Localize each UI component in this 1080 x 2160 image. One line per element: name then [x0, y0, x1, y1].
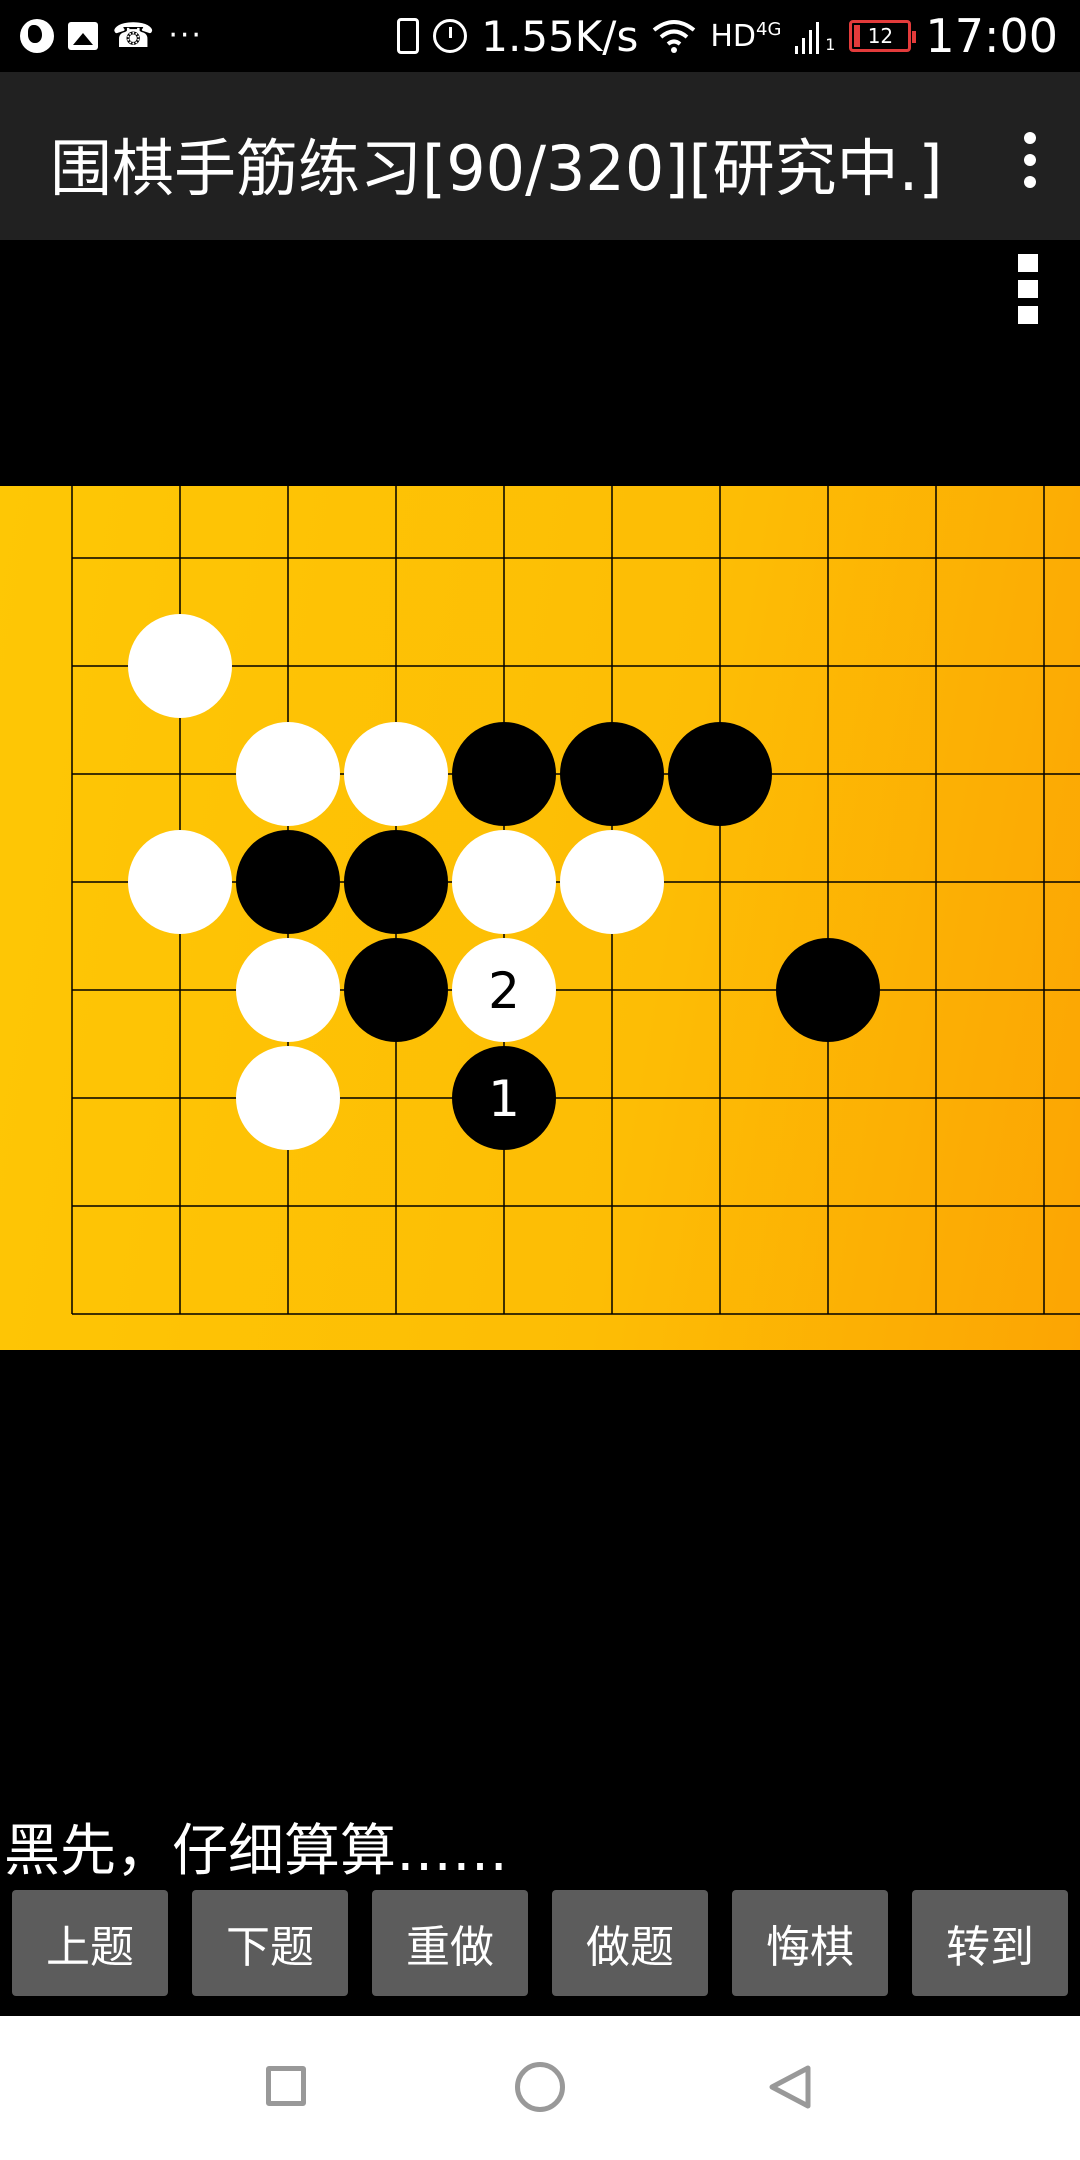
- recent-apps-icon[interactable]: [266, 2066, 306, 2106]
- black-stone: 1: [452, 1046, 556, 1150]
- battery-icon: 12: [849, 20, 917, 52]
- white-stone: [128, 830, 232, 934]
- black-stone: [452, 722, 556, 826]
- navigation-bar: [0, 2016, 1080, 2160]
- black-stone: [776, 938, 880, 1042]
- more-notifications-icon: ···: [168, 18, 203, 53]
- network-speed: 1.55K/s: [481, 11, 639, 61]
- black-stone: [236, 830, 340, 934]
- solve-button[interactable]: 做题: [552, 1890, 708, 1996]
- goto-button[interactable]: 转到: [912, 1890, 1068, 1996]
- control-buttons: 上题 下题 重做 做题 悔棋 转到: [0, 1890, 1080, 1998]
- alarm-icon: [433, 19, 468, 53]
- system-indicators: 1.55K/s HD4G 1 12 17:00: [397, 8, 1058, 64]
- stone-circle: [776, 938, 880, 1042]
- undo-button[interactable]: 悔棋: [732, 1890, 888, 1996]
- stone-circle: [236, 938, 340, 1042]
- app-bar: 围棋手筋练习[90/320][研究中.]: [0, 72, 1080, 240]
- stone-circle: [452, 830, 556, 934]
- redo-button[interactable]: 重做: [372, 1890, 528, 1996]
- page-title: 围棋手筋练习[90/320][研究中.]: [50, 132, 943, 205]
- sim-slot-label: 1: [825, 35, 836, 54]
- stone-circle: [668, 722, 772, 826]
- white-stone: [560, 830, 664, 934]
- home-icon[interactable]: [515, 2062, 565, 2112]
- stone-circle: [560, 830, 664, 934]
- wifi-icon: [653, 20, 696, 53]
- network-type: HD4G: [710, 19, 781, 54]
- go-board[interactable]: 21: [0, 486, 1080, 1350]
- move-number-label: 1: [488, 1070, 520, 1128]
- white-stone: [128, 614, 232, 718]
- missed-call-icon: ☎: [112, 16, 155, 56]
- stone-circle: [236, 830, 340, 934]
- stone-circle: [344, 830, 448, 934]
- stone-circle: [128, 614, 232, 718]
- stone-circle: [452, 722, 556, 826]
- status-bar: ☎ ··· 1.55K/s HD4G 1 12 17:00: [0, 0, 1080, 72]
- prev-problem-button[interactable]: 上题: [12, 1890, 168, 1996]
- stone-circle: [560, 722, 664, 826]
- black-stone: [344, 938, 448, 1042]
- vibrate-icon: [397, 18, 420, 54]
- back-icon[interactable]: [764, 2062, 814, 2112]
- clock: 17:00: [925, 9, 1058, 63]
- overflow-menu-icon[interactable]: [1022, 132, 1038, 188]
- black-stone: [668, 722, 772, 826]
- notification-icons: ☎ ···: [20, 14, 203, 58]
- white-stone: [344, 722, 448, 826]
- hint-text: 黑先，仔细算算……: [4, 1819, 508, 1884]
- white-stone: [236, 1046, 340, 1150]
- globe-icon: [20, 19, 54, 53]
- black-stone: [344, 830, 448, 934]
- image-icon: [68, 22, 98, 50]
- network-gen-label: 4G: [756, 18, 782, 40]
- signal-icon: 1: [795, 18, 835, 54]
- board-canvas[interactable]: 21: [0, 486, 1080, 1350]
- battery-level: 12: [867, 24, 894, 48]
- move-number-label: 2: [488, 962, 520, 1020]
- network-type-label: HD: [710, 18, 757, 54]
- white-stone: [236, 938, 340, 1042]
- black-stone: [560, 722, 664, 826]
- stone-circle: [344, 938, 448, 1042]
- stone-circle: [344, 722, 448, 826]
- white-stone: 2: [452, 938, 556, 1042]
- stone-circle: [236, 1046, 340, 1150]
- white-stone: [236, 722, 340, 826]
- stone-circle: [128, 830, 232, 934]
- next-problem-button[interactable]: 下题: [192, 1890, 348, 1996]
- board-menu-icon[interactable]: [1018, 254, 1040, 324]
- white-stone: [452, 830, 556, 934]
- stone-circle: [236, 722, 340, 826]
